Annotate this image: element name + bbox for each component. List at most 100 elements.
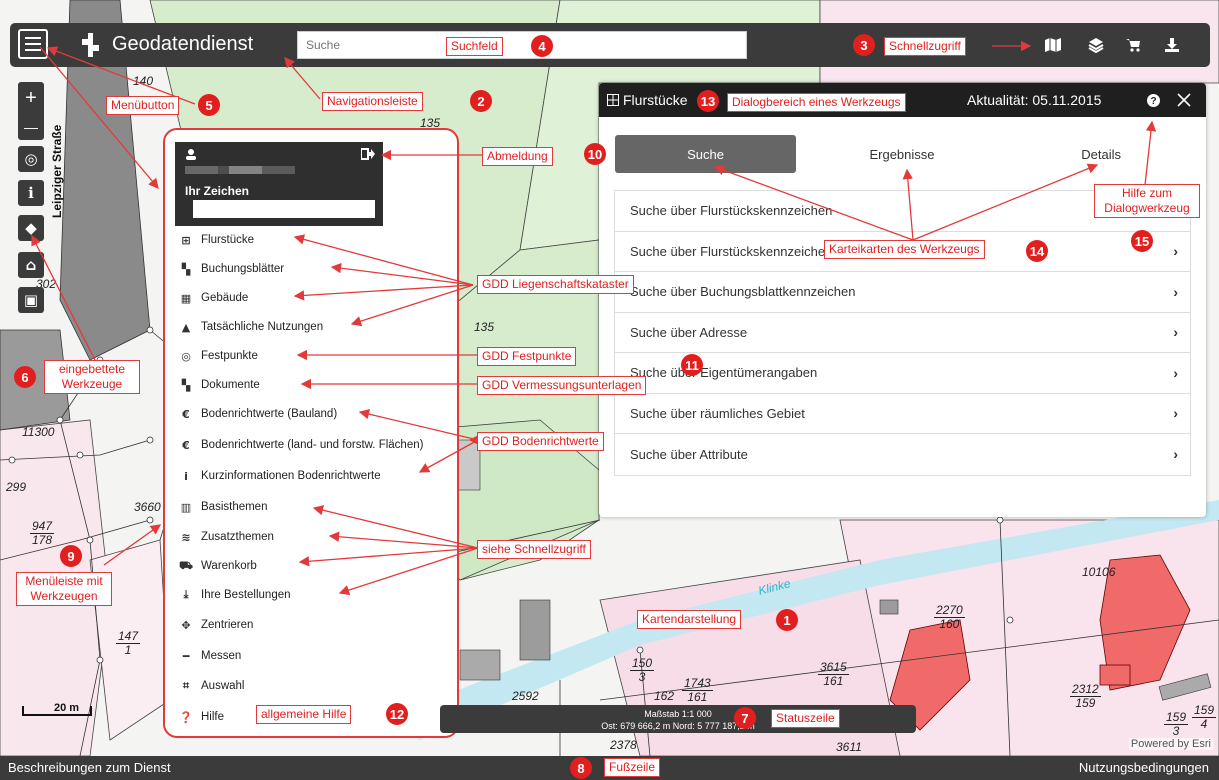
annotation-label: siehe Schnellzugriff [477,540,591,559]
cart-icon[interactable] [1124,36,1142,54]
download-icon[interactable] [1163,36,1181,54]
annotation-number: 11 [681,354,703,376]
annotation-number: 9 [60,545,82,567]
parcel-fraction: 947 178 [30,519,55,547]
user-name-blurred [185,166,295,174]
chevron-right-icon: › [1173,243,1178,260]
menu-item-bodenrichtwerte-bauland[interactable]: € Bodenrichtwerte (Bauland) [179,405,337,423]
annotation-label: Statuszeile [771,709,840,728]
search-option-row[interactable]: Suche über Buchungsblattkennzeichen › [615,272,1190,313]
annotation-label: GDD Vermessungsunterlagen [477,376,647,395]
annotation-label: GDD Liegenschaftskataster [477,275,634,294]
save-icon[interactable]: ▣ [18,287,44,313]
map-icon[interactable] [1044,36,1062,54]
menu-item-kurzinformationen[interactable]: i Kurzinformationen Bodenrichtwerte [179,467,381,485]
zoom-out-button[interactable]: — [24,119,38,135]
zoom-in-button[interactable]: + [25,87,37,110]
coordinates-text: Ost: 679 666,2 m Nord: 5 777 187,2 m [601,721,755,731]
chevron-right-icon: › [1173,324,1178,341]
parcel-number: 140 [133,74,154,88]
home-icon[interactable]: ⌂ [18,252,44,278]
menu-button[interactable] [18,29,48,59]
info-icon[interactable]: ℹ [18,180,44,206]
menu-item-zusatzthemen[interactable]: ≋ Zusatzthemen [179,528,273,546]
footer-link-nutzungsbedingungen[interactable]: Nutzungsbedingungen [1079,760,1209,775]
layers-icon[interactable] [1087,36,1105,54]
grid-icon: ⊞ [181,233,191,247]
crosshair-icon: ✥ [181,618,191,632]
target-icon: ◎ [181,349,191,363]
menu-item-bodenrichtwerte-land[interactable]: € Bodenrichtwerte (land- und forstw. Fläc… [179,436,423,454]
menu-item-nutzungen[interactable]: ▲ Tatsächliche Nutzungen [179,318,323,336]
menu-item-basisthemen[interactable]: ▥ Basisthemen [179,498,268,516]
tab-ergebnisse[interactable]: Ergebnisse [817,135,987,173]
annotation-label: allgemeine Hilfe [256,705,352,724]
chevron-right-icon: › [1173,446,1178,463]
map-attribution: Powered by Esri [1128,738,1213,750]
menu-item-zentrieren[interactable]: ✥ Zentrieren [179,616,253,634]
annotation-label: Navigationsleiste [322,92,423,111]
chevron-right-icon: › [1173,405,1178,422]
chevron-right-icon: › [1173,364,1178,381]
svg-text:?: ? [1150,96,1156,107]
menu-item-auswahl[interactable]: ⌗ Auswahl [179,677,245,695]
menu-item-flurstuecke[interactable]: ⊞ Flurstücke [179,231,254,249]
annotation-number: 13 [697,90,719,112]
annotation-label: Dialogbereich eines Werkzeugs [727,93,906,112]
annotation-label: Hilfe zum Dialogwerkzeug [1094,184,1200,218]
status-bar: Maßstab 1:1 000 Ost: 679 666,2 m Nord: 5… [440,705,916,733]
parcel-number: 3660 [134,500,161,514]
parcel-number: 162 [654,689,675,703]
menu-item-warenkorb[interactable]: ⛟ Warenkorb [179,557,257,575]
zeichen-input[interactable] [193,200,375,218]
close-icon[interactable] [1177,93,1191,107]
annotation-number: 5 [198,94,220,116]
menu-item-dokumente[interactable]: ▚ Dokumente [179,376,260,394]
parcel-number: 299 [6,480,27,494]
parcel-number: 2378 [610,738,637,752]
menu-item-hilfe[interactable]: ❓ Hilfe [179,708,224,726]
tab-details[interactable]: Details [1019,135,1189,173]
parcel-fraction: 150 3 [630,656,655,684]
annotation-number: 14 [1026,240,1048,262]
annotation-label: Karteikarten des Werkzeugs [824,240,985,259]
user-icon [186,149,196,160]
annotation-number: 10 [584,143,606,165]
parcel-fraction: 2312 159 [1070,682,1101,710]
user-panel: Ihr Zeichen [175,142,383,226]
zoom-controls: + — [18,82,44,140]
euro-icon: € [182,438,190,452]
annotation-label: Abmeldung [482,147,553,166]
annotation-label: Menüleiste mit Werkzeugen [16,572,112,606]
menu-item-buchungsblaetter[interactable]: ▚ Buchungsblätter [179,260,284,278]
parcel-number: 2592 [512,689,539,703]
tab-suche[interactable]: Suche [615,135,796,173]
menu-item-festpunkte[interactable]: ◎ Festpunkte [179,347,258,365]
search-option-row[interactable]: Suche über räumliches Gebiet › [615,394,1190,434]
tool-dialog: Flurstücke Aktualität: 05.11.2015 ? Such… [599,83,1206,517]
help-icon[interactable]: ? [1147,94,1160,107]
target-icon[interactable]: ◎ [18,146,44,172]
chevron-right-icon: › [1173,283,1178,300]
side-menu: Ihr Zeichen ⊞ Flurstücke ▚ Buchungsblätter… [163,128,459,738]
search-input[interactable] [297,31,747,59]
menu-item-gebaeude[interactable]: ▦ Gebäude [179,289,249,307]
annotation-number: 2 [470,90,492,112]
menu-item-bestellungen[interactable]: ⤓ Ihre Bestellungen [179,586,291,604]
parcel-number: 135 [474,320,495,334]
annotation-number: 3 [853,34,875,56]
eraser-icon[interactable]: ◆ [18,215,44,241]
street-label: Leipziger Straße [50,124,64,218]
annotation-label: Menübutton [106,96,180,115]
parcel-number: 11300 [22,425,55,439]
parcel-fraction: 2270 160 [934,603,965,631]
help-icon: ❓ [179,710,193,724]
footer-link-beschreibungen[interactable]: Beschreibungen zum Dienst [8,760,171,775]
search-option-row[interactable]: Suche über Adresse › [615,313,1190,353]
search-option-row[interactable]: Suche über Attribute › [615,434,1190,475]
logout-icon[interactable] [361,148,375,160]
menu-item-messen[interactable]: ━ Messen [179,647,242,665]
app-title: Geodatendienst [112,33,254,55]
annotation-number: 7 [734,707,756,729]
annotation-label: GDD Festpunkte [477,347,577,366]
